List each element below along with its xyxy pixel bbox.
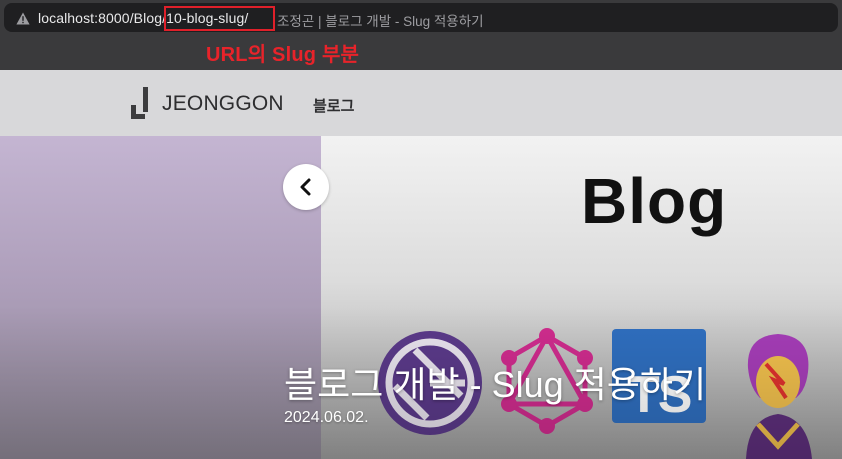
url-base: localhost:8000/Blog — [38, 10, 163, 26]
browser-chrome: localhost:8000/Blog/10-blog-slug/ 조정곤 | … — [0, 0, 842, 70]
post-title: 블로그 개발 - Slug 적용하기 — [284, 364, 707, 405]
site-header: JEONGGON 블로그 — [0, 70, 842, 136]
prev-post-button[interactable] — [283, 164, 329, 210]
post-hero: Blog TS 블로그 개발 - Slug 적용하기 2024.06.02 — [0, 136, 842, 459]
nav-blog-link[interactable]: 블로그 — [313, 95, 354, 116]
slug-annotation: URL의 Slug 부분 — [206, 44, 360, 66]
address-bar[interactable]: localhost:8000/Blog/10-blog-slug/ 조정곤 | … — [4, 3, 838, 32]
slug-highlight-box — [164, 6, 275, 31]
logo-text[interactable]: JEONGGON — [162, 92, 284, 116]
tab-title: 조정곤 | 블로그 개발 - Slug 적용하기 — [277, 14, 484, 29]
thumbnail-blog-word: Blog — [581, 165, 728, 237]
post-date: 2024.06.02. — [284, 409, 369, 426]
logo-icon[interactable] — [131, 87, 153, 119]
warning-triangle-icon[interactable] — [16, 12, 30, 25]
chevron-left-icon — [300, 178, 311, 196]
